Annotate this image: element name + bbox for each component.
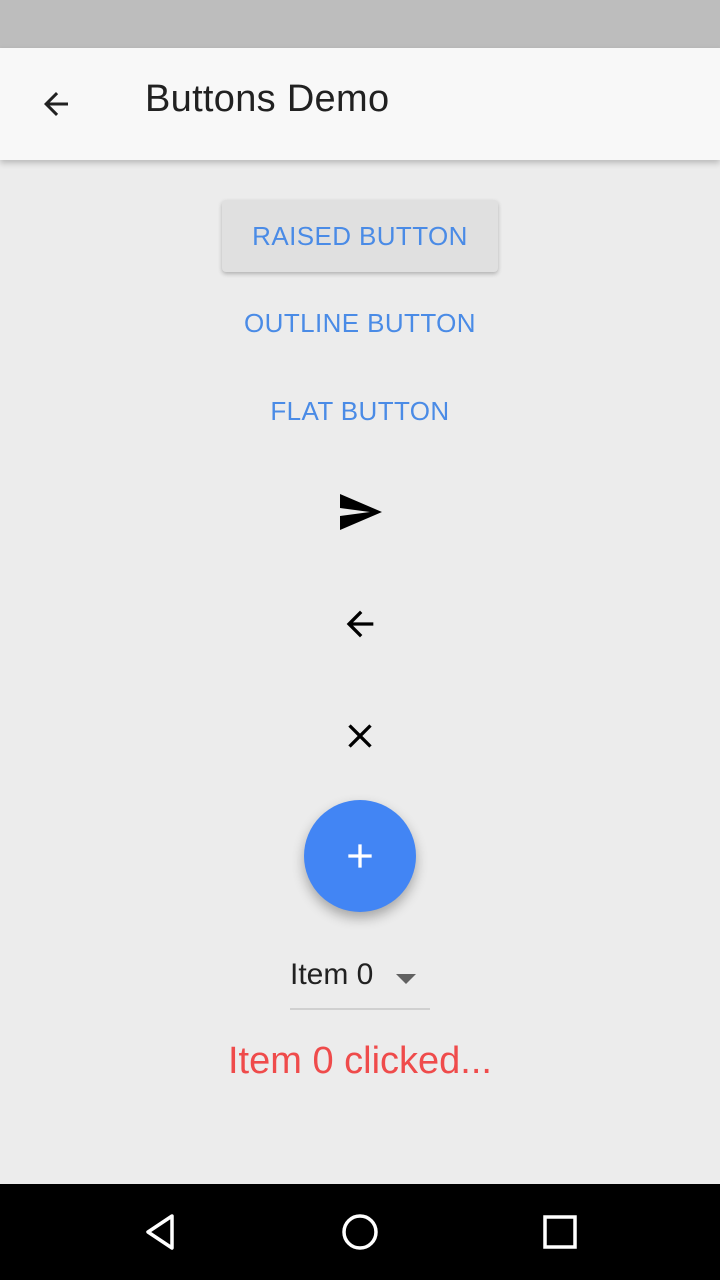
- arrow-drop-down-icon: [396, 974, 416, 984]
- nav-back-button[interactable]: [128, 1200, 192, 1264]
- screen: Buttons Demo RAISED BUTTON OUTLINE BUTTO…: [0, 0, 720, 1280]
- add-fab-button[interactable]: [304, 800, 416, 912]
- arrow-back-icon: [44, 92, 68, 116]
- flat-button[interactable]: FLAT BUTTON: [0, 396, 720, 427]
- main-content: RAISED BUTTON OUTLINE BUTTON FLAT BUTTON…: [0, 160, 720, 1184]
- send-button[interactable]: [312, 464, 408, 560]
- arrow-back-icon: [346, 610, 374, 638]
- close-icon: [348, 724, 372, 748]
- send-icon: [340, 494, 382, 530]
- back-button[interactable]: [24, 72, 88, 136]
- nav-home-button[interactable]: [328, 1200, 392, 1264]
- close-button[interactable]: [312, 688, 408, 784]
- nav-recents-button[interactable]: [528, 1200, 592, 1264]
- nav-recents-icon: [543, 1215, 577, 1249]
- item-dropdown[interactable]: Item 0: [290, 952, 430, 1010]
- dropdown-selected-value: Item 0: [290, 958, 374, 991]
- nav-back-icon: [146, 1214, 174, 1250]
- outline-button[interactable]: OUTLINE BUTTON: [0, 308, 720, 339]
- status-bar: [0, 0, 720, 48]
- system-navigation-bar: [0, 1184, 720, 1280]
- page-title: Buttons Demo: [145, 78, 390, 120]
- app-bar: Buttons Demo: [0, 48, 720, 160]
- nav-home-icon: [342, 1214, 378, 1250]
- click-status-text: Item 0 clicked...: [228, 1040, 492, 1082]
- back-icon-button[interactable]: [312, 576, 408, 672]
- add-icon: [348, 844, 372, 868]
- raised-button[interactable]: RAISED BUTTON: [222, 200, 498, 272]
